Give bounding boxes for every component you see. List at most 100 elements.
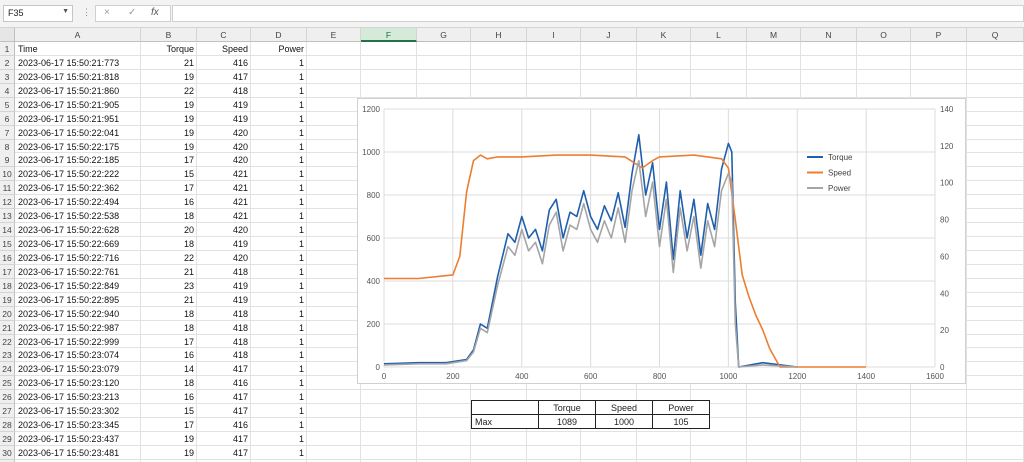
data-cell[interactable]: 2023-06-17 15:50:22:895 <box>15 293 141 307</box>
row-header[interactable]: 1 <box>0 42 15 56</box>
data-cell[interactable]: 1 <box>251 362 307 376</box>
data-cell[interactable]: 418 <box>197 84 251 98</box>
data-cell[interactable]: 2023-06-17 15:50:22:494 <box>15 195 141 209</box>
data-cell[interactable]: 1 <box>251 153 307 167</box>
data-cell[interactable]: 1 <box>251 321 307 335</box>
data-cell[interactable]: 15 <box>141 167 197 181</box>
row-header[interactable]: 4 <box>0 83 15 98</box>
data-cell[interactable]: 418 <box>197 335 251 349</box>
data-cell[interactable]: 1 <box>251 432 307 446</box>
data-cell[interactable]: 19 <box>141 98 197 112</box>
data-cell[interactable]: 2023-06-17 15:50:21:905 <box>15 98 141 112</box>
data-cell[interactable]: 421 <box>197 195 251 209</box>
data-cell[interactable]: 1 <box>251 195 307 209</box>
data-cell[interactable]: 2023-06-17 15:50:22:041 <box>15 126 141 140</box>
data-cell[interactable]: 419 <box>197 293 251 307</box>
max-table-corner[interactable] <box>471 400 539 415</box>
max-table-value-torque[interactable]: 1089 <box>538 414 596 429</box>
data-cell[interactable]: 1 <box>251 126 307 140</box>
data-cell[interactable]: 1 <box>251 209 307 223</box>
data-cell[interactable]: 16 <box>141 390 197 404</box>
column-header-g[interactable]: G <box>417 28 471 42</box>
row-header[interactable]: 8 <box>0 139 15 154</box>
data-cell[interactable]: 15 <box>141 404 197 418</box>
row-header[interactable]: 5 <box>0 97 15 112</box>
data-cell[interactable]: 418 <box>197 321 251 335</box>
column-header-d[interactable]: D <box>251 28 307 42</box>
row-header[interactable]: 17 <box>0 264 15 279</box>
data-cell[interactable]: 22 <box>141 84 197 98</box>
data-cell[interactable]: 416 <box>197 56 251 70</box>
data-cell[interactable]: 1 <box>251 237 307 251</box>
data-cell[interactable]: 421 <box>197 209 251 223</box>
data-cell[interactable]: 2023-06-17 15:50:22:222 <box>15 167 141 181</box>
row-header[interactable]: 3 <box>0 69 15 84</box>
column-header-l[interactable]: L <box>691 28 747 42</box>
data-cell[interactable]: 1 <box>251 404 307 418</box>
row-header[interactable]: 22 <box>0 334 15 349</box>
data-cell[interactable]: 17 <box>141 418 197 432</box>
row-header[interactable]: 16 <box>0 250 15 265</box>
data-cell[interactable]: 418 <box>197 307 251 321</box>
data-cell[interactable]: 1 <box>251 348 307 362</box>
data-cell[interactable]: 1 <box>251 418 307 432</box>
data-cell[interactable]: 2023-06-17 15:50:21:818 <box>15 70 141 84</box>
row-header[interactable]: 24 <box>0 362 15 377</box>
data-cell[interactable]: 2023-06-17 15:50:22:669 <box>15 237 141 251</box>
column-header-p[interactable]: P <box>911 28 967 42</box>
row-header[interactable]: 30 <box>0 445 15 460</box>
data-cell[interactable]: 1 <box>251 56 307 70</box>
data-cell[interactable]: 421 <box>197 167 251 181</box>
max-table-header-power[interactable]: Power <box>652 400 710 415</box>
data-cell[interactable]: 19 <box>141 432 197 446</box>
data-cell[interactable]: 2023-06-17 15:50:23:437 <box>15 432 141 446</box>
max-table-header-torque[interactable]: Torque <box>538 400 596 415</box>
data-cell[interactable]: 1 <box>251 390 307 404</box>
data-cell[interactable]: 417 <box>197 70 251 84</box>
data-cell[interactable]: 2023-06-17 15:50:21:951 <box>15 112 141 126</box>
data-cell[interactable]: 2023-06-17 15:50:22:628 <box>15 223 141 237</box>
row-header[interactable]: 18 <box>0 278 15 293</box>
data-cell[interactable]: 19 <box>141 112 197 126</box>
data-cell[interactable]: 421 <box>197 181 251 195</box>
column-header-i[interactable]: I <box>527 28 581 42</box>
data-cell[interactable]: 420 <box>197 223 251 237</box>
row-header[interactable]: 13 <box>0 209 15 224</box>
row-header[interactable]: 20 <box>0 306 15 321</box>
data-cell[interactable]: 2023-06-17 15:50:23:302 <box>15 404 141 418</box>
more-options-icon[interactable]: ⋮ <box>82 7 91 18</box>
data-cell[interactable]: 419 <box>197 237 251 251</box>
data-cell[interactable]: 1 <box>251 279 307 293</box>
column-header-e[interactable]: E <box>307 28 361 42</box>
name-box[interactable]: F35 ▼ <box>3 5 73 22</box>
data-cell[interactable]: 16 <box>141 348 197 362</box>
data-cell[interactable]: 18 <box>141 209 197 223</box>
data-cell[interactable]: 21 <box>141 265 197 279</box>
data-cell[interactable]: 1 <box>251 140 307 154</box>
data-cell[interactable]: 2023-06-17 15:50:22:987 <box>15 321 141 335</box>
data-cell[interactable]: 417 <box>197 446 251 460</box>
data-cell[interactable]: 420 <box>197 251 251 265</box>
data-cell[interactable]: 2023-06-17 15:50:23:345 <box>15 418 141 432</box>
data-cell[interactable]: 17 <box>141 153 197 167</box>
spreadsheet-grid[interactable]: ABCDEFGHIJKLMNOPQ 1 2 3 4 5 6 7 8 9 10 11 12 13 14 15 1… <box>0 28 1024 462</box>
data-cell[interactable]: 416 <box>197 376 251 390</box>
data-cell[interactable]: 22 <box>141 251 197 265</box>
max-table-label[interactable]: Max <box>471 414 539 429</box>
data-cell[interactable]: 417 <box>197 432 251 446</box>
row-header[interactable]: 2 <box>0 55 15 70</box>
data-cell[interactable]: 2023-06-17 15:50:23:120 <box>15 376 141 390</box>
column-header-q[interactable]: Q <box>967 28 1024 42</box>
data-cell[interactable]: 19 <box>141 126 197 140</box>
data-cell[interactable]: 1 <box>251 98 307 112</box>
data-cell[interactable]: 21 <box>141 56 197 70</box>
data-cell[interactable]: 417 <box>197 362 251 376</box>
insert-function-icon[interactable]: fx <box>151 7 159 18</box>
max-table-value-power[interactable]: 105 <box>652 414 710 429</box>
data-cell[interactable]: 18 <box>141 321 197 335</box>
data-cell[interactable]: 18 <box>141 237 197 251</box>
data-cell[interactable]: 18 <box>141 307 197 321</box>
row-header[interactable]: 23 <box>0 348 15 363</box>
data-cell[interactable]: 20 <box>141 223 197 237</box>
data-cell[interactable]: 1 <box>251 112 307 126</box>
